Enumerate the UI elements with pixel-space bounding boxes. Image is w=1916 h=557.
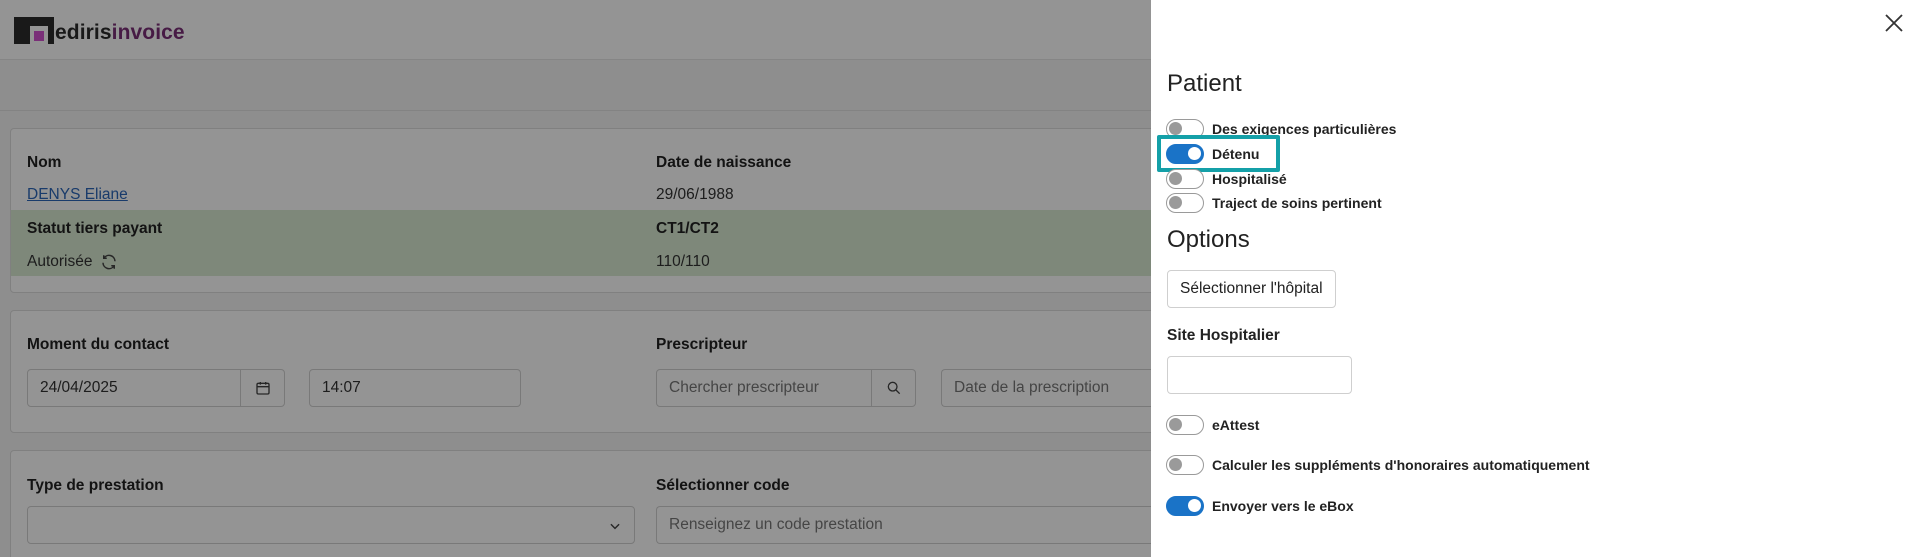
toggle-label: Hospitalisé [1212, 171, 1287, 187]
close-icon[interactable] [1884, 13, 1904, 33]
toggle-label: Traject de soins pertinent [1212, 195, 1382, 211]
toggle-care-pathway[interactable]: Traject de soins pertinent [1166, 193, 1382, 213]
modal-backdrop[interactable] [0, 0, 1151, 557]
patient-section-title: Patient [1167, 70, 1242, 97]
hospital-site-input[interactable] [1167, 356, 1352, 394]
hospital-site-label: Site Hospitalier [1167, 327, 1280, 344]
switch-eattest[interactable] [1166, 415, 1204, 435]
toggle-hospitalized[interactable]: Hospitalisé [1166, 169, 1287, 189]
toggle-label: eAttest [1212, 417, 1260, 433]
toggle-eattest[interactable]: eAttest [1166, 415, 1259, 435]
options-section-title: Options [1167, 226, 1250, 253]
switch-hospitalized[interactable] [1166, 169, 1204, 189]
highlight-box [1157, 135, 1280, 172]
switch-send-ebox[interactable] [1166, 496, 1204, 516]
switch-care-pathway[interactable] [1166, 193, 1204, 213]
toggle-label: Calculer les suppléments d'honoraires au… [1212, 457, 1590, 473]
toggle-label: Envoyer vers le eBox [1212, 498, 1354, 514]
toggle-send-ebox[interactable]: Envoyer vers le eBox [1166, 496, 1354, 516]
select-hospital-button[interactable]: Sélectionner l'hôpital [1167, 270, 1336, 308]
switch-auto-supplements[interactable] [1166, 455, 1204, 475]
toggle-auto-supplements[interactable]: Calculer les suppléments d'honoraires au… [1166, 455, 1590, 475]
